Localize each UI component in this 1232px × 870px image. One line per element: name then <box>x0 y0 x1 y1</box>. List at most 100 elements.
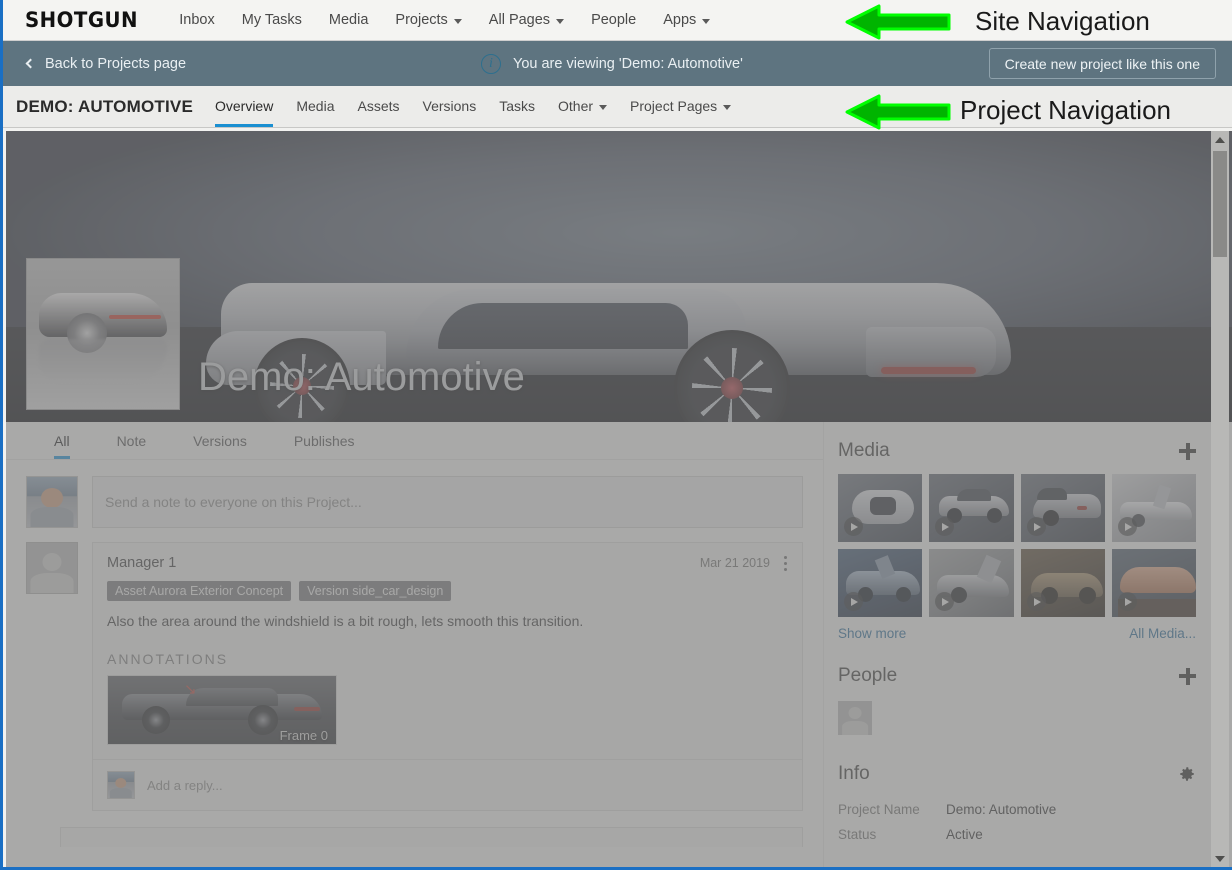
scrollbar-thumb[interactable] <box>1213 151 1227 257</box>
scroll-down-button[interactable] <box>1211 850 1229 867</box>
note-chip-version[interactable]: Version side_car_design <box>299 581 452 601</box>
info-key: Status <box>838 827 877 842</box>
current-user-avatar <box>26 476 78 528</box>
site-nav-item-projects[interactable]: Projects <box>395 12 462 28</box>
site-nav-label: Inbox <box>179 12 215 28</box>
feed-tab-versions[interactable]: Versions <box>193 433 247 459</box>
info-value[interactable]: Demo: Automotive <box>946 802 1056 817</box>
project-thumbnail[interactable] <box>26 258 180 410</box>
feed-tab-note[interactable]: Note <box>117 433 147 459</box>
note-chip-asset[interactable]: Asset Aurora Exterior Concept <box>107 581 292 601</box>
info-panel-title: Info <box>838 763 870 784</box>
project-nav-items: Overview Media Assets Versions Tasks Oth… <box>214 86 732 127</box>
avatar-face <box>848 707 862 720</box>
play-icon <box>1026 517 1046 536</box>
page-title: DEMO: AUTOMOTIVE <box>16 96 193 116</box>
media-panel-header: Media <box>838 440 1196 462</box>
person-avatar[interactable] <box>838 701 872 735</box>
plus-icon[interactable] <box>1179 442 1196 460</box>
tab-media[interactable]: Media <box>296 86 334 127</box>
info-row-status: Status Active <box>838 822 1196 847</box>
media-thumb-7[interactable] <box>1020 549 1105 617</box>
all-media-link[interactable]: All Media... <box>1129 626 1196 641</box>
annotation-mark-icon: ↘ <box>184 681 197 698</box>
page-scrollbar[interactable] <box>1211 131 1229 867</box>
chevron-down-icon <box>556 18 565 24</box>
site-nav-item-inbox[interactable]: Inbox <box>179 12 214 28</box>
media-thumb-4[interactable] <box>1111 474 1196 542</box>
media-thumb-5[interactable] <box>838 549 923 617</box>
hero-project-name: Demo: Automotive <box>198 355 525 399</box>
app-window: SHOTGUN Inbox My Tasks Media Projects Al… <box>0 0 1232 870</box>
show-more-link[interactable]: Show more <box>838 626 906 641</box>
plus-icon[interactable] <box>1179 667 1196 685</box>
tab-overview[interactable]: Overview <box>214 86 274 127</box>
media-panel-title: Media <box>838 440 890 461</box>
tab-versions[interactable]: Versions <box>423 86 477 127</box>
note-link-chips: Asset Aurora Exterior Concept Version si… <box>93 575 802 601</box>
tab-assets[interactable]: Assets <box>357 86 399 127</box>
project-nav-label: Assets <box>357 98 400 114</box>
note-more-options-icon[interactable] <box>784 555 788 571</box>
annotations-heading: ANNOTATIONS <box>107 651 229 667</box>
create-new-project-button[interactable]: Create new project like this one <box>988 48 1216 79</box>
media-thumb-2[interactable] <box>929 474 1014 542</box>
tab-other[interactable]: Other <box>558 86 608 127</box>
avatar-torso <box>842 721 868 735</box>
site-nav-item-my-tasks[interactable]: My Tasks <box>242 12 302 28</box>
note-author-avatar <box>26 542 78 594</box>
chevron-down-icon <box>453 18 462 24</box>
chevron-up-icon <box>1215 136 1225 143</box>
shotgun-logo[interactable]: SHOTGUN <box>25 8 138 32</box>
info-key: Project Name <box>838 802 920 817</box>
site-nav-item-people[interactable]: People <box>591 12 636 28</box>
site-nav-label: Projects <box>395 12 448 28</box>
avatar-torso <box>30 507 74 527</box>
main-content: Demo: Automotive All Note Versions Publi… <box>6 131 1232 867</box>
site-nav-label: All Pages <box>488 12 551 28</box>
note-reply-row: Add a reply... <box>93 759 802 810</box>
sidebar: Media Show more All Media... People Info… <box>824 422 1218 867</box>
note-header: Manager 1 Mar 21 2019 <box>93 543 802 575</box>
note-input[interactable]: Send a note to everyone on this Project.… <box>92 476 803 528</box>
feed-tab-all[interactable]: All <box>54 433 70 459</box>
avatar-face <box>115 777 127 789</box>
thumbnail-car-stripe <box>109 315 161 319</box>
wheel-hub <box>721 377 743 399</box>
info-field-list: Project Name Demo: Automotive Status Act… <box>838 797 1196 847</box>
tab-tasks[interactable]: Tasks <box>499 86 535 127</box>
activity-note-item: Manager 1 Mar 21 2019 Asset Aurora Exter… <box>6 542 823 811</box>
play-icon <box>1117 592 1137 611</box>
media-thumb-8[interactable] <box>1111 549 1196 617</box>
chevron-left-icon <box>25 58 36 69</box>
project-nav-label: Media <box>296 98 335 114</box>
annotation-thumbnail[interactable]: ↘ Frame 0 <box>107 675 337 745</box>
info-value[interactable]: Active <box>946 827 983 842</box>
annotation-car-cabin <box>186 688 278 706</box>
chevron-down-icon <box>723 104 732 110</box>
activity-feed-column: All Note Versions Publishes Send a note … <box>6 422 824 867</box>
feed-tab-publishes[interactable]: Publishes <box>294 433 355 459</box>
media-thumb-1[interactable] <box>838 474 923 542</box>
site-nav-item-media[interactable]: Media <box>329 12 369 28</box>
thumbnail-car-reflection <box>39 339 167 383</box>
chevron-down-icon <box>702 18 711 24</box>
site-nav-item-apps[interactable]: Apps <box>663 12 711 28</box>
tab-project-pages[interactable]: Project Pages <box>630 86 732 127</box>
back-to-projects-link[interactable]: Back to Projects page <box>25 56 186 72</box>
note-timestamp: Mar 21 2019 <box>699 556 770 570</box>
scroll-up-button[interactable] <box>1211 131 1229 148</box>
project-hero-banner: Demo: Automotive <box>6 131 1232 422</box>
play-icon <box>935 517 955 536</box>
chevron-down-icon <box>599 104 608 110</box>
gear-icon[interactable] <box>1178 765 1196 783</box>
reply-input[interactable]: Add a reply... <box>147 778 223 793</box>
info-icon: i <box>481 53 501 74</box>
media-thumb-6[interactable] <box>929 549 1014 617</box>
annotation-car-rear-wheel <box>248 705 278 735</box>
media-thumb-3[interactable] <box>1020 474 1105 542</box>
site-nav-item-all-pages[interactable]: All Pages <box>488 12 565 28</box>
activity-feed-tabs: All Note Versions Publishes <box>6 422 823 460</box>
note-author-name[interactable]: Manager 1 <box>107 555 176 571</box>
back-link-label: Back to Projects page <box>45 55 187 72</box>
